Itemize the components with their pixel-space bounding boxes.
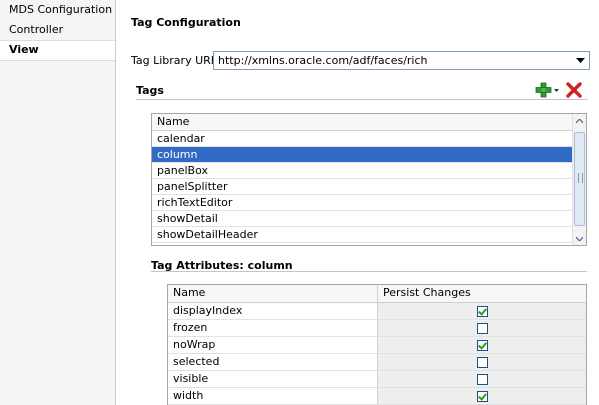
dropdown-arrow-icon[interactable] [573,53,588,68]
page-title: Tag Configuration [131,16,241,29]
tags-vertical-scrollbar[interactable] [572,114,586,245]
attribute-row-frozen[interactable]: frozen [168,320,586,337]
nav-item-controller[interactable]: Controller [0,20,115,40]
delete-x-icon[interactable] [566,82,582,98]
nav-item-mds-configuration[interactable]: MDS Configuration [0,0,115,20]
tag-row-richtexteditor[interactable]: richTextEditor [152,195,572,211]
persist-changes-checkbox[interactable] [476,373,488,385]
tag-row-showdetail[interactable]: showDetail [152,211,572,227]
tag-library-uri-select[interactable]: http://xmlns.oracle.com/adf/faces/rich [213,51,590,70]
attribute-row-width[interactable]: width [168,388,586,405]
tags-section-header: Tags [136,84,164,97]
nav-item-view[interactable]: View [0,40,115,61]
scrollbar-thumb[interactable] [574,132,585,226]
persist-changes-checkbox[interactable] [476,339,488,351]
attribute-row-nowrap[interactable]: noWrap [168,337,586,354]
tag-library-uri-label: Tag Library URI: [131,54,218,67]
attribute-name: visible [168,371,378,387]
category-nav: MDS Configuration Controller View [0,0,116,405]
tag-row-column[interactable]: column [152,147,572,163]
attribute-row-visible[interactable]: visible [168,371,586,388]
attribute-name: width [168,388,378,404]
tag-library-uri-value: http://xmlns.oracle.com/adf/faces/rich [218,54,428,67]
tag-row-panelbox[interactable]: panelBox [152,163,572,179]
tag-attributes-divider [151,271,587,272]
tag-row-showdetailheader[interactable]: showDetailHeader [152,227,572,243]
attribute-name: noWrap [168,337,378,353]
scroll-up-arrow-icon[interactable] [573,114,586,127]
attribute-row-selected[interactable]: selected [168,354,586,371]
attributes-header-persist-changes[interactable]: Persist Changes [378,285,586,302]
persist-changes-checkbox[interactable] [476,322,488,334]
tag-attributes-table[interactable]: Name Persist Changes displayIndex frozen… [167,284,587,405]
tags-table[interactable]: Name calendar column panelBox panelSplit… [151,113,587,246]
attributes-header-name[interactable]: Name [168,285,378,302]
attribute-name: displayIndex [168,303,378,319]
tag-row-panelsplitter[interactable]: panelSplitter [152,179,572,195]
tag-row-calendar[interactable]: calendar [152,131,572,147]
attribute-row-displayindex[interactable]: displayIndex [168,303,586,320]
attribute-name: frozen [168,320,378,336]
tags-table-header-name[interactable]: Name [152,114,572,131]
persist-changes-checkbox[interactable] [476,390,488,402]
attribute-name: selected [168,354,378,370]
persist-changes-checkbox[interactable] [476,305,488,317]
scroll-down-arrow-icon[interactable] [573,232,586,245]
persist-changes-checkbox[interactable] [476,356,488,368]
attributes-table-header: Name Persist Changes [168,285,586,303]
add-plus-icon[interactable] [535,82,561,98]
tags-divider [136,99,588,100]
